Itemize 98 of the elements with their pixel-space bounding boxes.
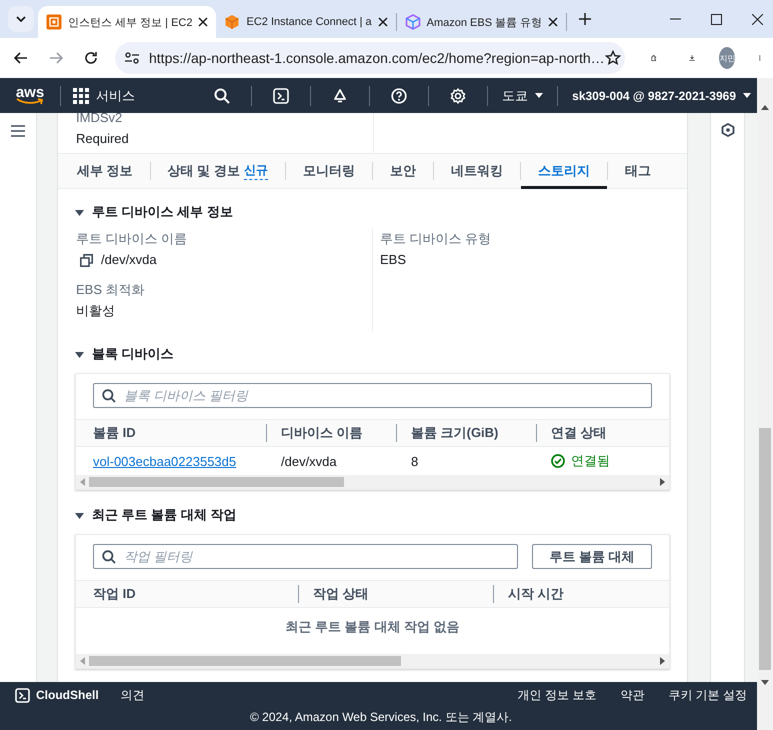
column-header[interactable]: 작업 상태 xyxy=(298,585,493,603)
scroll-right-icon xyxy=(660,657,665,665)
caret-down-icon xyxy=(75,350,84,358)
horizontal-scrollbar[interactable] xyxy=(76,475,669,489)
scroll-left-icon xyxy=(80,657,85,665)
section-heading[interactable]: 최근 루트 볼륨 대체 작업 xyxy=(75,504,670,526)
tab[interactable]: 상태 및 경보 신규 xyxy=(150,153,285,189)
minimize-icon[interactable] xyxy=(670,18,681,20)
settings-icon[interactable] xyxy=(450,88,466,104)
column-header[interactable]: 볼륨 ID xyxy=(76,424,266,442)
caret-down-icon xyxy=(75,208,84,216)
back-arrow-icon[interactable] xyxy=(14,52,28,64)
close-icon[interactable] xyxy=(548,17,558,27)
replace-root-volume-button[interactable]: 루트 볼륨 대체 xyxy=(532,544,652,569)
scroll-left-icon xyxy=(80,478,85,486)
footer-link[interactable]: 약관 xyxy=(620,686,644,704)
chevron-down-icon xyxy=(16,16,26,22)
scroll-down-icon[interactable] xyxy=(761,680,769,686)
column-header[interactable]: 연결 상태 xyxy=(536,424,669,442)
url-text: https://ap-northeast-1.console.amazon.com/ec2/home?region=ap-north… xyxy=(149,50,605,66)
close-icon[interactable] xyxy=(198,17,208,27)
close-icon[interactable] xyxy=(378,17,388,27)
field-value: Required xyxy=(76,130,130,148)
column-header[interactable]: 볼륨 크기(GiB) xyxy=(396,424,536,442)
section-heading[interactable]: 루트 디바이스 세부 정보 xyxy=(75,201,670,223)
terminal-icon[interactable] xyxy=(273,88,290,104)
column-header[interactable]: 작업 ID xyxy=(76,585,298,603)
horizontal-scrollbar[interactable] xyxy=(76,654,669,668)
search-icon xyxy=(102,550,116,564)
section-heading[interactable]: 블록 디바이스 xyxy=(75,343,670,365)
field-value: EBS xyxy=(380,251,406,269)
filter-field[interactable]: 블록 디바이스 필터링 xyxy=(93,383,652,408)
tab[interactable]: 모니터링 xyxy=(286,153,372,189)
field-value: 비활성 xyxy=(76,302,115,320)
volume-link[interactable]: vol-003ecbaa0223553d5 xyxy=(93,454,236,468)
tab[interactable]: 네트워킹 xyxy=(434,153,520,189)
services-menu[interactable]: 서비스 xyxy=(96,86,135,104)
caret-down-icon xyxy=(535,93,544,98)
tab[interactable]: 보안 xyxy=(372,153,433,189)
help-icon[interactable] xyxy=(391,88,408,104)
cube-icon xyxy=(224,14,240,30)
reload-icon[interactable] xyxy=(84,51,98,65)
forward-arrow-icon[interactable] xyxy=(49,52,63,64)
footer-link[interactable]: 쿠키 기본 설정 xyxy=(668,686,747,704)
caret-down-icon xyxy=(75,510,84,520)
tab[interactable]: 스토리지 xyxy=(520,153,607,189)
field-label: 루트 디바이스 유형 xyxy=(380,230,492,248)
star-icon[interactable] xyxy=(604,50,621,66)
feedback-link[interactable]: 의견 xyxy=(120,686,145,704)
search-icon[interactable] xyxy=(214,88,230,104)
close-icon[interactable] xyxy=(752,14,763,24)
table-cell: 8 xyxy=(411,454,418,468)
copyright-text: © 2024, Amazon Web Services, Inc. 또는 계열사. xyxy=(248,709,514,726)
cube-icon xyxy=(404,14,421,30)
menu-icon[interactable] xyxy=(11,125,25,137)
profile-avatar[interactable]: 지민 xyxy=(719,47,736,69)
caret-down-icon xyxy=(743,93,751,98)
field-label: 루트 디바이스 이름 xyxy=(76,230,188,248)
tab-list-button[interactable] xyxy=(8,6,34,32)
cloudshell-link[interactable]: CloudShell xyxy=(15,688,99,702)
column-header[interactable]: 시작 시간 xyxy=(493,585,669,603)
status-label: 연결됨 xyxy=(551,452,610,470)
tab-title: EC2 Instance Connect | a xyxy=(246,16,372,28)
tab[interactable]: 세부 정보 xyxy=(60,153,150,189)
site-settings-icon[interactable] xyxy=(125,52,139,64)
server-chip-icon xyxy=(46,14,62,30)
maximize-icon[interactable] xyxy=(711,14,722,24)
field-label: IMDSv2 xyxy=(76,113,124,127)
column-header[interactable]: 디바이스 이름 xyxy=(266,424,396,442)
new-tab-icon[interactable] xyxy=(579,13,592,25)
region-menu[interactable]: 도쿄 xyxy=(502,86,544,104)
bell-icon[interactable] xyxy=(332,88,348,104)
smile-arrow-icon xyxy=(16,98,44,105)
browser-tab[interactable]: 인스턴스 세부 정보 | EC2 xyxy=(38,6,216,38)
copy-icon[interactable] xyxy=(80,254,93,266)
check-circle-icon xyxy=(551,454,565,468)
browser-tab[interactable]: EC2 Instance Connect | a xyxy=(216,13,397,31)
table-cell: /dev/xvda xyxy=(281,454,337,468)
empty-message: 최근 루트 볼륨 대체 작업 없음 xyxy=(284,618,461,636)
scroll-up-icon[interactable] xyxy=(761,104,769,110)
address-bar[interactable]: https://ap-northeast-1.console.amazon.com/ec2/home?region=ap-north… xyxy=(115,42,625,74)
terminal-icon xyxy=(15,688,30,702)
search-icon xyxy=(102,389,116,403)
account-menu[interactable]: sk309-004 @ 9827-2021-3969 xyxy=(572,88,751,102)
browser-tab[interactable]: Amazon EBS 볼륨 유형 xyxy=(396,13,568,31)
tab-title: Amazon EBS 볼륨 유형 xyxy=(426,16,542,30)
field-label: EBS 최적화 xyxy=(76,281,146,299)
tab-title: 인스턴스 세부 정보 | EC2 xyxy=(68,16,192,30)
hexagon-icon[interactable] xyxy=(720,123,734,137)
footer-link[interactable]: 개인 정보 보호 xyxy=(518,686,596,704)
scroll-right-icon xyxy=(660,478,665,486)
tab[interactable]: 태그 xyxy=(608,153,668,189)
aws-logo[interactable]: aws xyxy=(14,86,46,105)
field-value: /dev/xvda xyxy=(101,251,157,269)
filter-field[interactable]: 작업 필터링 xyxy=(93,544,518,569)
page-scrollbar[interactable] xyxy=(757,78,773,730)
new-label: 신규 xyxy=(244,162,268,180)
grid-icon[interactable] xyxy=(73,88,89,104)
